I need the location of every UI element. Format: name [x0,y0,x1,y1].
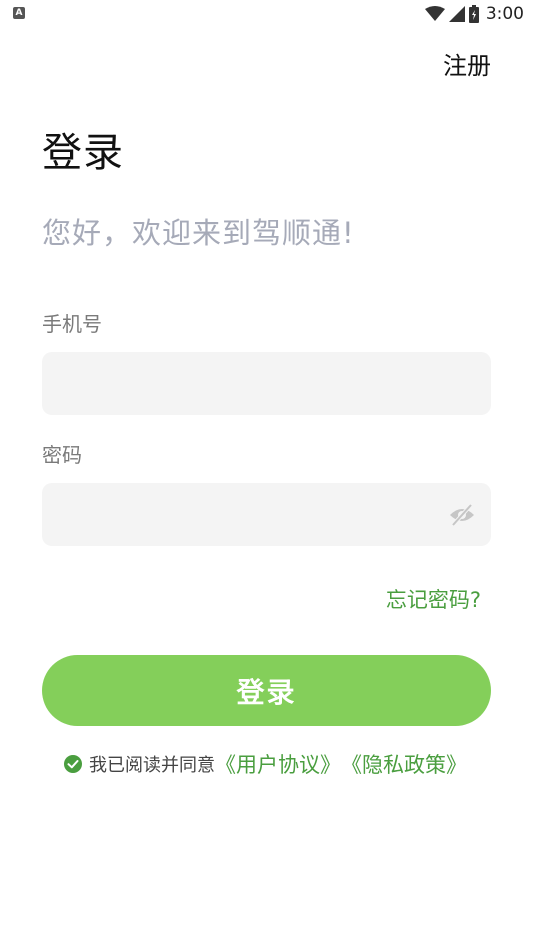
eye-off-icon[interactable] [448,501,476,529]
phone-label: 手机号 [42,312,102,336]
password-input-box [42,483,491,546]
check-circle-icon[interactable] [64,755,82,773]
phone-input[interactable] [42,352,491,415]
forgot-password-link[interactable]: 忘记密码? [386,584,481,614]
wifi-icon [424,6,445,21]
user-agreement-link[interactable]: 《用户协议》 [215,749,341,779]
notification-a-icon: A [13,7,25,19]
agreement-prefix: 我已阅读并同意 [89,755,215,776]
battery-icon [468,5,479,23]
password-input[interactable] [42,483,491,546]
password-label: 密码 [42,443,82,467]
login-button[interactable]: 登录 [42,655,491,726]
register-link[interactable]: 注册 [443,46,491,81]
privacy-policy-link[interactable]: 《隐私政策》 [341,749,467,779]
agreement-row: 我已阅读并同意 《用户协议》 《隐私政策》 [64,750,467,778]
status-bar: A 3:00 [0,0,534,28]
status-time: 3:00 [485,4,524,24]
page-title: 登录 [42,130,124,176]
welcome-text: 您好，欢迎来到驾顺通! [42,216,355,250]
signal-icon [448,6,465,22]
status-icons: 3:00 [424,3,524,25]
phone-input-box [42,352,491,415]
